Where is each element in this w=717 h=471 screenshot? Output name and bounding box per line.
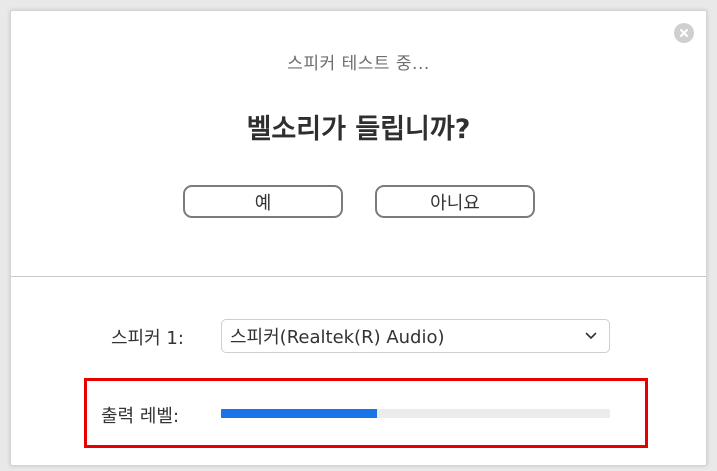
output-level-meter (221, 409, 610, 418)
question-heading: 벨소리가 들립니까? (246, 114, 471, 145)
speaker-test-dialog: 스피커 테스트 중... 벨소리가 들립니까? 예 아니요 스피커 1: 스피커… (10, 10, 707, 466)
output-level-label: 출력 레벨: (101, 406, 180, 427)
section-divider (11, 276, 706, 277)
speaker-select[interactable]: 스피커(Realtek(R) Audio) (221, 319, 610, 353)
close-button[interactable] (674, 23, 694, 43)
yes-button[interactable]: 예 (183, 185, 343, 218)
output-level-fill (221, 409, 377, 418)
speaker-label: 스피커 1: (111, 328, 184, 349)
chevron-down-icon (585, 332, 597, 339)
no-button[interactable]: 아니요 (375, 185, 535, 218)
speaker-select-value: 스피커(Realtek(R) Audio) (230, 327, 445, 348)
close-icon (680, 29, 688, 37)
status-text: 스피커 테스트 중... (287, 54, 430, 74)
